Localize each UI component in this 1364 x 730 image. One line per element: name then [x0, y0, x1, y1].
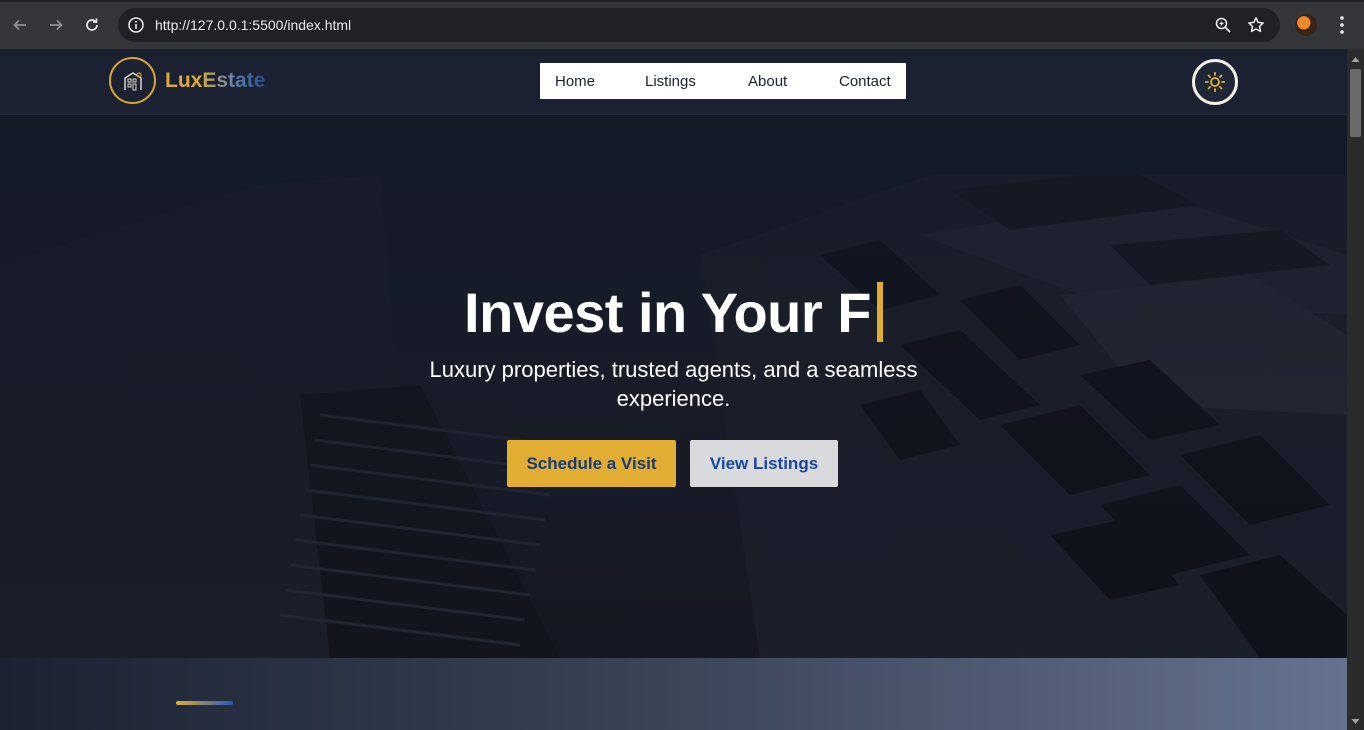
- logo-badge[interactable]: [109, 57, 156, 104]
- menu-kebab-icon[interactable]: [1334, 14, 1350, 36]
- profile-avatar[interactable]: [1295, 14, 1317, 36]
- scrollbar-thumb[interactable]: [1350, 69, 1361, 137]
- tab-strip-edge: [0, 0, 1364, 2]
- site-logo-text[interactable]: LuxEstate: [165, 69, 265, 93]
- logo-text-lux: Lux: [165, 69, 203, 92]
- section-accent-line: [176, 701, 233, 705]
- nav-link-contact[interactable]: Contact: [839, 73, 891, 90]
- nav-link-home[interactable]: Home: [555, 73, 595, 90]
- schedule-visit-button[interactable]: Schedule a Visit: [507, 440, 676, 487]
- site-info-icon[interactable]: [127, 16, 145, 34]
- main-nav: Home Listings About Contact: [540, 63, 906, 99]
- bookmark-star-icon[interactable]: [1247, 16, 1265, 34]
- browser-toolbar: http://127.0.0.1:5500/index.html: [0, 0, 1364, 49]
- view-listings-button[interactable]: View Listings: [690, 440, 838, 487]
- address-bar[interactable]: http://127.0.0.1:5500/index.html: [118, 8, 1280, 42]
- nav-link-about[interactable]: About: [748, 73, 787, 90]
- building-logo-icon: [123, 71, 142, 90]
- url-text: http://127.0.0.1:5500/index.html: [155, 17, 352, 33]
- hero-section: Invest in Your F Luxury properties, trus…: [0, 115, 1347, 658]
- scroll-up-arrow-icon[interactable]: [1351, 55, 1360, 64]
- page-scrollbar[interactable]: [1347, 49, 1364, 730]
- theme-toggle-button[interactable]: [1192, 59, 1238, 105]
- nav-link-listings[interactable]: Listings: [645, 73, 696, 90]
- hero-subtitle: Luxury properties, trusted agents, and a…: [429, 357, 918, 411]
- site-header: LuxEstate Home Listings About Contact: [0, 49, 1347, 115]
- next-section-preview: [0, 658, 1347, 730]
- zoom-icon[interactable]: [1214, 16, 1232, 34]
- logo-text-estate: Estate: [202, 69, 266, 92]
- page-viewport: LuxEstate Home Listings About Contact In…: [0, 49, 1347, 730]
- hero-title-text: Invest in Your F: [464, 281, 871, 344]
- scroll-down-arrow-icon[interactable]: [1351, 717, 1360, 726]
- back-arrow-icon[interactable]: [9, 14, 31, 36]
- forward-arrow-icon[interactable]: [45, 14, 67, 36]
- reload-icon[interactable]: [81, 14, 103, 36]
- sun-icon: [1204, 71, 1226, 93]
- hero-title: Invest in Your F: [0, 280, 1347, 345]
- typing-caret: [876, 282, 883, 342]
